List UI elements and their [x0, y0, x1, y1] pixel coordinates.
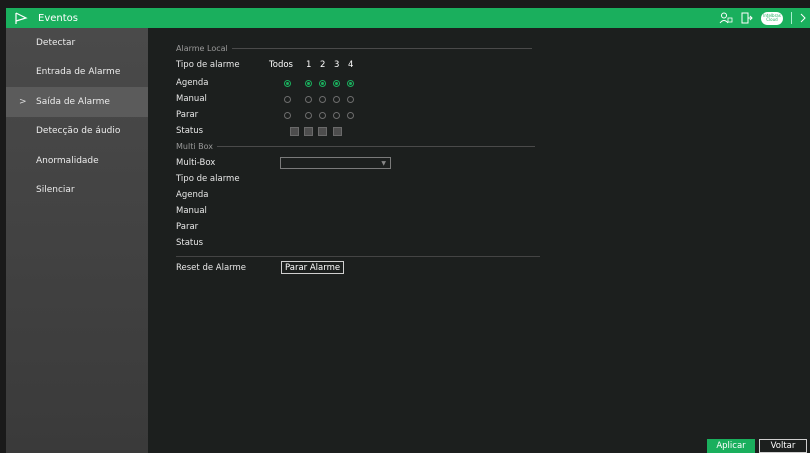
radio-manual-1[interactable]: [305, 96, 312, 103]
row-label-agenda: Agenda: [176, 78, 209, 88]
status-indicator-4: [333, 127, 342, 136]
reset-label: Reset de Alarme: [176, 263, 247, 273]
sidebar-item-label: Silenciar: [36, 185, 75, 196]
radio-parar-4[interactable]: [347, 112, 354, 119]
sidebar-item-silenciar[interactable]: Silenciar: [6, 176, 148, 206]
apply-button[interactable]: Aplicar: [707, 439, 755, 453]
multibox-row-status: Status: [176, 238, 204, 248]
row-label-manual: Manual: [176, 94, 207, 104]
sidebar-item-label: Detectar: [36, 37, 76, 48]
title-bar: Eventos Intelbras Cloud: [6, 8, 810, 28]
row-label-parar: Parar: [176, 110, 199, 120]
multibox-row-agenda: Agenda: [176, 190, 209, 200]
section-alarme-local: Alarme Local: [176, 44, 532, 53]
multibox-select[interactable]: ▼: [280, 157, 391, 169]
section-divider: [231, 48, 532, 49]
radio-parar-1[interactable]: [305, 112, 312, 119]
radio-manual-4[interactable]: [347, 96, 354, 103]
sidebar: Detectar Entrada de Alarme > Saída de Ala…: [6, 28, 148, 453]
chevron-right-icon[interactable]: [800, 13, 806, 23]
radio-agenda-all[interactable]: [284, 80, 291, 87]
section-divider: [216, 146, 535, 147]
col-header-all: Todos: [269, 60, 293, 70]
sidebar-item-deteccao-de-audio[interactable]: Detecção de áudio: [6, 117, 148, 147]
section-title: Alarme Local: [176, 44, 228, 53]
divider: [176, 256, 540, 257]
multibox-row-parar: Parar: [176, 222, 199, 232]
multibox-label: Multi-Box: [176, 158, 216, 168]
cloud-icon[interactable]: Intelbras Cloud: [761, 11, 783, 25]
col-header-1: 1: [306, 60, 312, 70]
status-indicator-3: [318, 127, 327, 136]
radio-parar-all[interactable]: [284, 112, 291, 119]
stop-alarm-button[interactable]: Parar Alarme: [281, 261, 345, 274]
main-panel: Alarme Local Tipo de alarme Todos 1 2 3 …: [148, 28, 810, 453]
radio-manual-all[interactable]: [284, 96, 291, 103]
sidebar-item-saida-de-alarme[interactable]: > Saída de Alarme: [6, 87, 148, 117]
flag-logo-icon: [12, 11, 30, 25]
radio-agenda-2[interactable]: [319, 80, 326, 87]
radio-manual-3[interactable]: [333, 96, 340, 103]
sidebar-item-label: Saída de Alarme: [36, 96, 110, 107]
status-indicator-1: [290, 127, 299, 136]
status-indicator-2: [304, 127, 313, 136]
cloud-label: Intelbras Cloud: [763, 13, 781, 22]
back-button[interactable]: Voltar: [759, 439, 807, 453]
sidebar-item-label: Entrada de Alarme: [36, 67, 121, 78]
alarm-type-label: Tipo de alarme: [176, 60, 240, 70]
chevron-down-icon: ▼: [381, 160, 386, 167]
sidebar-item-anormalidade[interactable]: Anormalidade: [6, 146, 148, 176]
section-title: Multi Box: [176, 142, 213, 151]
sidebar-item-label: Detecção de áudio: [36, 126, 121, 137]
sidebar-item-entrada-de-alarme[interactable]: Entrada de Alarme: [6, 58, 148, 88]
chevron-right-icon: >: [19, 96, 27, 107]
user-icon[interactable]: [719, 12, 733, 24]
col-header-3: 3: [334, 60, 340, 70]
section-multi-box: Multi Box: [176, 142, 535, 151]
sidebar-item-label: Anormalidade: [36, 155, 99, 166]
radio-agenda-4[interactable]: [347, 80, 354, 87]
col-header-4: 4: [348, 60, 354, 70]
col-header-2: 2: [320, 60, 326, 70]
radio-agenda-1[interactable]: [305, 80, 312, 87]
multibox-row-tipo: Tipo de alarme: [176, 174, 240, 184]
radio-parar-3[interactable]: [333, 112, 340, 119]
sidebar-item-detectar[interactable]: Detectar: [6, 28, 148, 58]
divider: [791, 12, 792, 24]
multibox-row-manual: Manual: [176, 206, 207, 216]
radio-parar-2[interactable]: [319, 112, 326, 119]
page-title: Eventos: [38, 12, 78, 24]
radio-agenda-3[interactable]: [333, 80, 340, 87]
logout-icon[interactable]: [741, 12, 753, 24]
row-label-status: Status: [176, 126, 204, 136]
radio-manual-2[interactable]: [319, 96, 326, 103]
